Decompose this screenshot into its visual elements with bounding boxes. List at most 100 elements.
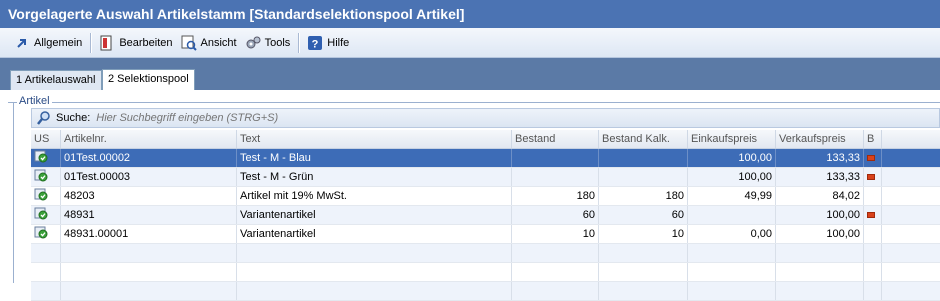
search-input[interactable] — [96, 112, 497, 124]
cell-b — [864, 206, 882, 224]
empty-cell — [237, 244, 512, 262]
menu-bearbeiten-label: Bearbeiten — [119, 36, 173, 49]
cell-status-icon — [31, 225, 61, 243]
table-row[interactable]: 48931.00001 Variantenartikel 10 10 0,00 100,0… — [31, 225, 940, 244]
empty-cell — [688, 263, 776, 281]
cell-artikelnr: 01Test.00002 — [61, 149, 237, 167]
empty-cell — [776, 244, 864, 262]
cell-artikelnr: 48931.00001 — [61, 225, 237, 243]
column-header-us[interactable]: US — [31, 130, 61, 148]
cell-status-icon — [31, 168, 61, 186]
empty-cell — [882, 282, 940, 300]
status-check-icon — [34, 226, 48, 239]
column-header-artikelnr[interactable]: Artikelnr. — [61, 130, 237, 148]
column-header-bestand[interactable]: Bestand — [512, 130, 599, 148]
cell-text: Variantenartikel — [237, 206, 512, 224]
cell-text: Test - M - Grün — [237, 168, 512, 186]
tab-content: Artikel Suche: US Artikelnr. Text Bestan… — [0, 90, 940, 301]
empty-cell — [776, 282, 864, 300]
table-header: US Artikelnr. Text Bestand Bestand Kalk.… — [31, 130, 940, 149]
group-border-left — [13, 102, 14, 283]
table-row[interactable]: 48203 Artikel mit 19% MwSt. 180 180 49,99 84,… — [31, 187, 940, 206]
cell-filler — [882, 206, 940, 224]
cell-b — [864, 168, 882, 186]
column-header-bestand-kalk[interactable]: Bestand Kalk. — [599, 130, 688, 148]
empty-cell — [776, 263, 864, 281]
empty-cell — [688, 282, 776, 300]
empty-cell — [237, 263, 512, 281]
empty-cell — [864, 244, 882, 262]
window-title: Vorgelagerte Auswahl Artikelstamm [Stand… — [0, 0, 940, 28]
cell-bestand-kalk — [599, 149, 688, 167]
cell-text: Test - M - Blau — [237, 149, 512, 167]
gears-icon — [245, 35, 261, 51]
menu-allgemein[interactable]: Allgemein — [10, 32, 86, 54]
table-row[interactable]: 01Test.00002 Test - M - Blau 100,00 133,33 — [31, 149, 940, 168]
cell-einkaufspreis: 49,99 — [688, 187, 776, 205]
column-header-einkaufspreis[interactable]: Einkaufspreis — [688, 130, 776, 148]
empty-cell — [31, 244, 61, 262]
cell-einkaufspreis: 0,00 — [688, 225, 776, 243]
table-row[interactable]: 48931 Variantenartikel 60 60 100,00 — [31, 206, 940, 225]
search-bar: Suche: — [31, 108, 940, 128]
cell-b — [864, 225, 882, 243]
cell-status-icon — [31, 206, 61, 224]
cell-status-icon — [31, 187, 61, 205]
tab-strip: 1 Artikelauswahl 2 Selektionspool — [0, 58, 940, 90]
menu-tools[interactable]: Tools — [241, 32, 295, 54]
status-check-icon — [34, 188, 48, 201]
empty-cell — [31, 282, 61, 300]
cell-status-icon — [31, 149, 61, 167]
empty-cell — [882, 244, 940, 262]
column-header-b[interactable]: B — [864, 130, 882, 148]
edit-icon — [99, 35, 115, 51]
cell-bestand-kalk: 180 — [599, 187, 688, 205]
empty-row — [31, 244, 940, 263]
column-header-verkaufspreis[interactable]: Verkaufspreis — [776, 130, 864, 148]
svg-text:?: ? — [312, 38, 319, 50]
empty-cell — [512, 282, 599, 300]
cell-text: Artikel mit 19% MwSt. — [237, 187, 512, 205]
empty-cell — [599, 244, 688, 262]
menu-hilfe[interactable]: ? Hilfe — [303, 32, 353, 54]
empty-cell — [688, 244, 776, 262]
cell-filler — [882, 168, 940, 186]
cell-b — [864, 149, 882, 167]
toolbar-separator — [298, 32, 300, 53]
cell-bestand-kalk: 60 — [599, 206, 688, 224]
column-header-text[interactable]: Text — [237, 130, 512, 148]
column-header-filler — [882, 130, 940, 148]
empty-cell — [512, 263, 599, 281]
cell-bestand: 60 — [512, 206, 599, 224]
cell-verkaufspreis: 84,02 — [776, 187, 864, 205]
empty-cell — [882, 263, 940, 281]
menu-bearbeiten[interactable]: Bearbeiten — [95, 32, 176, 54]
article-table: US Artikelnr. Text Bestand Bestand Kalk.… — [31, 130, 940, 301]
menu-tools-label: Tools — [264, 36, 291, 49]
menu-ansicht[interactable]: Ansicht — [177, 32, 241, 54]
search-label: Suche: — [56, 112, 91, 124]
cell-bestand: 10 — [512, 225, 599, 243]
flag-icon — [867, 155, 875, 161]
cell-bestand — [512, 149, 599, 167]
group-label: Artikel — [17, 95, 52, 107]
empty-cell — [599, 282, 688, 300]
empty-cell — [599, 263, 688, 281]
tab-selektionspool[interactable]: 2 Selektionspool — [102, 69, 195, 90]
empty-row — [31, 282, 940, 301]
tab-artikelauswahl[interactable]: 1 Artikelauswahl — [10, 70, 102, 90]
group-border — [8, 102, 940, 103]
empty-cell — [512, 244, 599, 262]
menu-allgemein-label: Allgemein — [34, 36, 83, 49]
table-row[interactable]: 01Test.00003 Test - M - Grün 100,00 133,33 — [31, 168, 940, 187]
status-check-icon — [34, 207, 48, 220]
cell-artikelnr: 48203 — [61, 187, 237, 205]
cell-bestand-kalk: 10 — [599, 225, 688, 243]
cell-verkaufspreis: 100,00 — [776, 225, 864, 243]
status-check-icon — [34, 169, 48, 182]
cell-bestand — [512, 168, 599, 186]
cell-b — [864, 187, 882, 205]
toolbar-separator — [90, 32, 92, 53]
cell-einkaufspreis — [688, 206, 776, 224]
empty-row — [31, 263, 940, 282]
